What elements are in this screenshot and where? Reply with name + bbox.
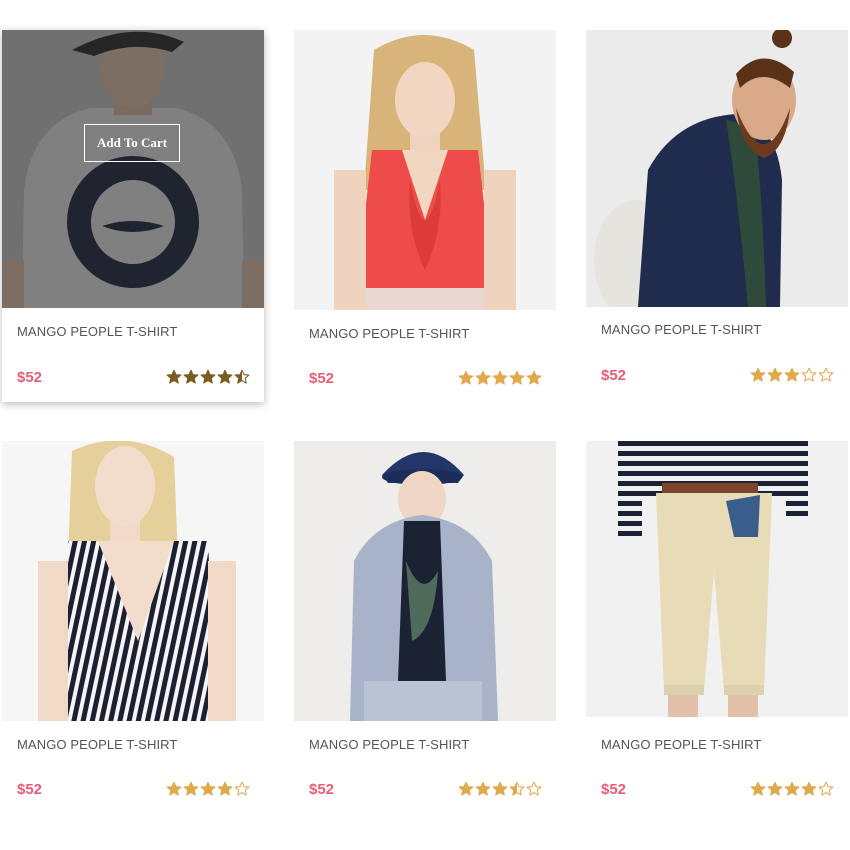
- product-name[interactable]: MANGO PEOPLE T-SHIRT: [601, 322, 761, 337]
- star-empty-icon: [818, 781, 834, 796]
- star-filled-icon: [509, 370, 525, 385]
- star-filled-icon: [458, 781, 474, 796]
- star-filled-icon: [200, 781, 216, 796]
- man-navy-jacket-photo: [586, 30, 848, 307]
- rating-stars: [458, 370, 542, 386]
- add-to-cart-button[interactable]: Add To Cart: [84, 124, 180, 162]
- rating-stars: [166, 781, 250, 797]
- product-name[interactable]: MANGO PEOPLE T-SHIRT: [309, 737, 469, 752]
- image-hover-overlay: [2, 30, 264, 308]
- product-image[interactable]: [586, 441, 848, 717]
- star-filled-icon: [767, 367, 783, 382]
- product-price: $52: [17, 781, 43, 798]
- star-filled-icon: [750, 781, 766, 796]
- star-filled-icon: [458, 370, 474, 385]
- star-filled-icon: [217, 369, 233, 384]
- product-price: $52: [309, 781, 335, 798]
- product-image[interactable]: [294, 30, 556, 310]
- star-filled-icon: [183, 781, 199, 796]
- product-image[interactable]: Add To Cart: [2, 30, 264, 308]
- product-image[interactable]: [586, 30, 848, 307]
- product-price: $52: [17, 369, 43, 386]
- product-image[interactable]: [294, 441, 556, 721]
- rating-stars: [458, 781, 542, 797]
- star-filled-icon: [183, 369, 199, 384]
- star-empty-icon: [526, 781, 542, 796]
- star-filled-icon: [526, 370, 542, 385]
- product-card[interactable]: MANGO PEOPLE T-SHIRT $52: [586, 441, 848, 813]
- star-filled-icon: [217, 781, 233, 796]
- star-filled-icon: [475, 370, 491, 385]
- star-filled-icon: [166, 781, 182, 796]
- man-beige-pants-photo: [586, 441, 848, 717]
- woman-red-top-photo: [294, 30, 556, 310]
- star-filled-icon: [475, 781, 491, 796]
- star-filled-icon: [801, 781, 817, 796]
- star-filled-icon: [492, 781, 508, 796]
- rating-stars: [750, 367, 834, 383]
- rating-stars: [166, 369, 250, 385]
- star-filled-icon: [784, 781, 800, 796]
- woman-striped-top-photo: [2, 441, 264, 721]
- product-price: $52: [601, 367, 627, 384]
- star-filled-icon: [492, 370, 508, 385]
- star-empty-icon: [801, 367, 817, 382]
- star-filled-icon: [750, 367, 766, 382]
- star-half-icon: [509, 781, 525, 796]
- rating-stars: [750, 781, 834, 797]
- product-name[interactable]: MANGO PEOPLE T-SHIRT: [17, 324, 177, 339]
- star-half-icon: [234, 369, 250, 384]
- product-price: $52: [601, 781, 627, 798]
- product-card[interactable]: MANGO PEOPLE T-SHIRT $52: [294, 30, 556, 402]
- product-price: $52: [309, 370, 335, 387]
- product-image[interactable]: [2, 441, 264, 721]
- product-name[interactable]: MANGO PEOPLE T-SHIRT: [17, 737, 177, 752]
- product-card[interactable]: MANGO PEOPLE T-SHIRT $52: [2, 441, 264, 813]
- man-grey-blazer-photo: [294, 441, 556, 721]
- product-name[interactable]: MANGO PEOPLE T-SHIRT: [601, 737, 761, 752]
- star-filled-icon: [200, 369, 216, 384]
- product-card[interactable]: Add To Cart MANGO PEOPLE T-SHIRT $52: [2, 30, 264, 402]
- star-empty-icon: [234, 781, 250, 796]
- star-empty-icon: [818, 367, 834, 382]
- product-card[interactable]: MANGO PEOPLE T-SHIRT $52: [294, 441, 556, 813]
- product-card[interactable]: MANGO PEOPLE T-SHIRT $52: [586, 30, 848, 402]
- star-filled-icon: [784, 367, 800, 382]
- star-filled-icon: [166, 369, 182, 384]
- star-filled-icon: [767, 781, 783, 796]
- product-name[interactable]: MANGO PEOPLE T-SHIRT: [309, 326, 469, 341]
